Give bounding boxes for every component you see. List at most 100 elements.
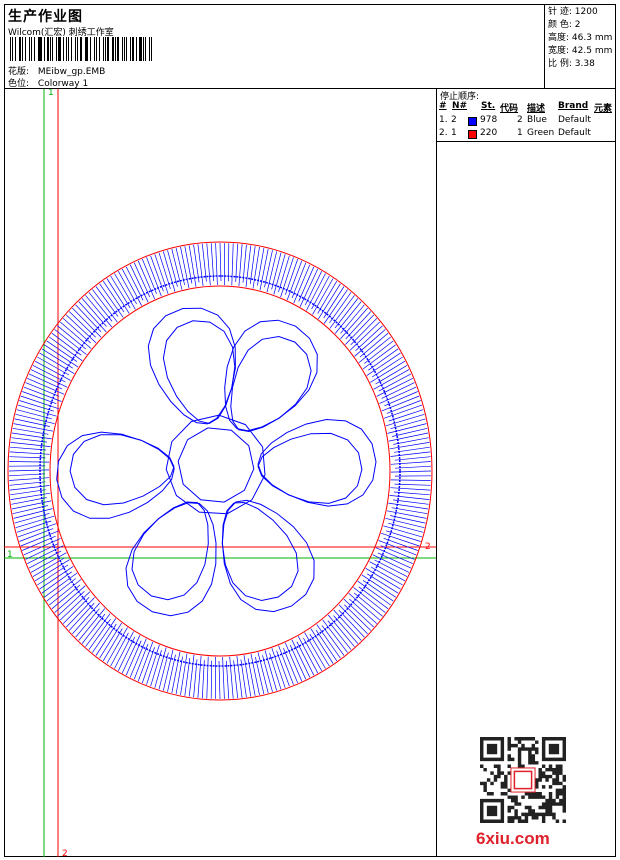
petal-inner-outline	[221, 501, 299, 602]
barcode-bar	[52, 37, 54, 61]
watermark-logo: 6xiu.com	[476, 829, 550, 848]
col-description: 描述	[527, 104, 546, 114]
guide-label-right: 2	[425, 542, 431, 552]
barcode-bar	[95, 37, 98, 61]
barcode-bar	[117, 37, 119, 61]
barcode-bar	[126, 37, 127, 61]
barcode-bar	[99, 37, 100, 61]
color-swatch	[468, 130, 477, 139]
barcode-bar	[76, 37, 79, 61]
barcode-bar	[66, 37, 67, 61]
petal-outline	[56, 431, 175, 519]
header-panel: 生产作业图 Wilcom(汇宏) 刺绣工作室 花版: MEibw_gp.EMB …	[4, 4, 616, 89]
flower-motif	[56, 307, 377, 617]
stop-sequence-header: # N# St. 代码 描述 Brand 元素	[437, 101, 617, 114]
barcode-bar	[145, 37, 146, 61]
barcode-bar	[102, 37, 104, 61]
colorway-name: Colorway 1	[37, 79, 89, 89]
col-brand: Brand	[558, 101, 589, 111]
barcode-bar	[39, 37, 42, 61]
barcode-bar	[80, 37, 82, 61]
barcode-bar	[84, 37, 86, 61]
barcode-bar	[47, 37, 49, 61]
barcode-bar	[86, 37, 89, 61]
barcode-bar	[71, 37, 73, 61]
stat-stitches: 针 迹: 1200	[548, 7, 598, 17]
barcode-bar	[21, 37, 23, 61]
barcode-bar	[90, 37, 92, 61]
ring-inner-outline	[49, 285, 391, 657]
barcode-bar	[49, 37, 51, 61]
qr-code-icon	[480, 737, 566, 823]
barcode-bar	[58, 37, 61, 61]
petal-inner-outline	[131, 501, 209, 601]
barcode-bar	[121, 37, 123, 61]
barcode-bar	[104, 37, 106, 61]
watermark-text: 6xiu.com	[476, 829, 550, 848]
stat-scale: 比 例: 3.38	[548, 59, 595, 69]
barcode-bar	[67, 37, 70, 61]
colorway-line: 色位: Colorway 1	[8, 76, 88, 89]
petal-outline	[147, 307, 236, 425]
worksheet-title: 生产作业图	[8, 9, 83, 25]
barcode-bar	[15, 37, 16, 61]
barcode-bar	[31, 37, 33, 61]
barcode-bar	[24, 37, 26, 61]
petal-inner-outline	[257, 432, 363, 504]
design-stats-panel: 针 迹: 1200 颜 色: 2 高度: 46.3 mm 宽度: 42.5 mm…	[544, 4, 616, 89]
production-worksheet: 生产作业图 Wilcom(汇宏) 刺绣工作室 花版: MEibw_gp.EMB …	[0, 0, 620, 860]
stat-height: 高度: 46.3 mm	[548, 33, 613, 43]
barcode-bar	[114, 37, 116, 61]
barcode-bar	[56, 37, 58, 61]
col-element: 元素	[594, 104, 613, 114]
alignment-guides: 1 2 1 2	[4, 89, 436, 857]
petal-inner-outline	[162, 320, 236, 425]
col-index: #	[439, 101, 447, 111]
petal-outline	[224, 319, 318, 432]
barcode-bar	[28, 37, 31, 61]
ring-center-run	[39, 275, 401, 667]
table-row: 1. 2 978 2 Blue Default	[439, 115, 591, 126]
panel-divider	[436, 142, 437, 857]
barcode-bar	[10, 37, 12, 61]
barcode-bar	[151, 37, 153, 61]
barcode-bar	[37, 37, 39, 61]
stop-sequence-panel: 停止顺序: # N# St. 代码 描述 Brand 元素 1. 2 978 2…	[436, 89, 616, 142]
col-number: N#	[452, 101, 468, 111]
embroidery-design-canvas: 1 2 1 2	[4, 89, 436, 857]
petal-inner-outline	[230, 335, 312, 433]
barcode-bar	[75, 37, 76, 61]
table-row: 2. 1 220 1 Green Default	[439, 128, 591, 139]
barcode-bar	[111, 37, 114, 61]
guide-label-left: 1	[7, 550, 13, 560]
barcode-bar	[43, 37, 45, 61]
guide-label-bottom: 2	[62, 849, 68, 857]
barcode-bar	[148, 37, 151, 61]
barcode-bar	[12, 37, 14, 61]
col-code: 代码	[500, 104, 519, 114]
barcode-bar	[142, 37, 144, 61]
barcode-icon	[10, 37, 154, 61]
color-swatch	[468, 117, 477, 126]
colorway-label: 色位:	[8, 79, 30, 89]
embroidery-preview: 1 2 1 2	[4, 89, 436, 857]
stat-colors: 颜 色: 2	[548, 20, 581, 30]
barcode-bar	[123, 37, 125, 61]
guide-label-top: 1	[48, 89, 54, 98]
barcode-bar	[62, 37, 64, 61]
barcode-bar	[94, 37, 95, 61]
col-stitches: St.	[481, 101, 496, 111]
ring-outer-outline	[7, 241, 433, 701]
barcode-bar	[18, 37, 21, 61]
flower-center-inner	[177, 427, 255, 503]
barcode-bar	[129, 37, 132, 61]
barcode-bar	[34, 37, 35, 61]
barcode-bar	[135, 37, 137, 61]
barcode-bar	[107, 37, 109, 61]
barcode-bar	[139, 37, 142, 61]
petal-outline	[257, 418, 377, 507]
barcode-bar	[132, 37, 134, 61]
satin-border-ring	[7, 241, 433, 701]
satin-stitches	[8, 242, 432, 700]
stat-width: 宽度: 42.5 mm	[548, 46, 613, 56]
